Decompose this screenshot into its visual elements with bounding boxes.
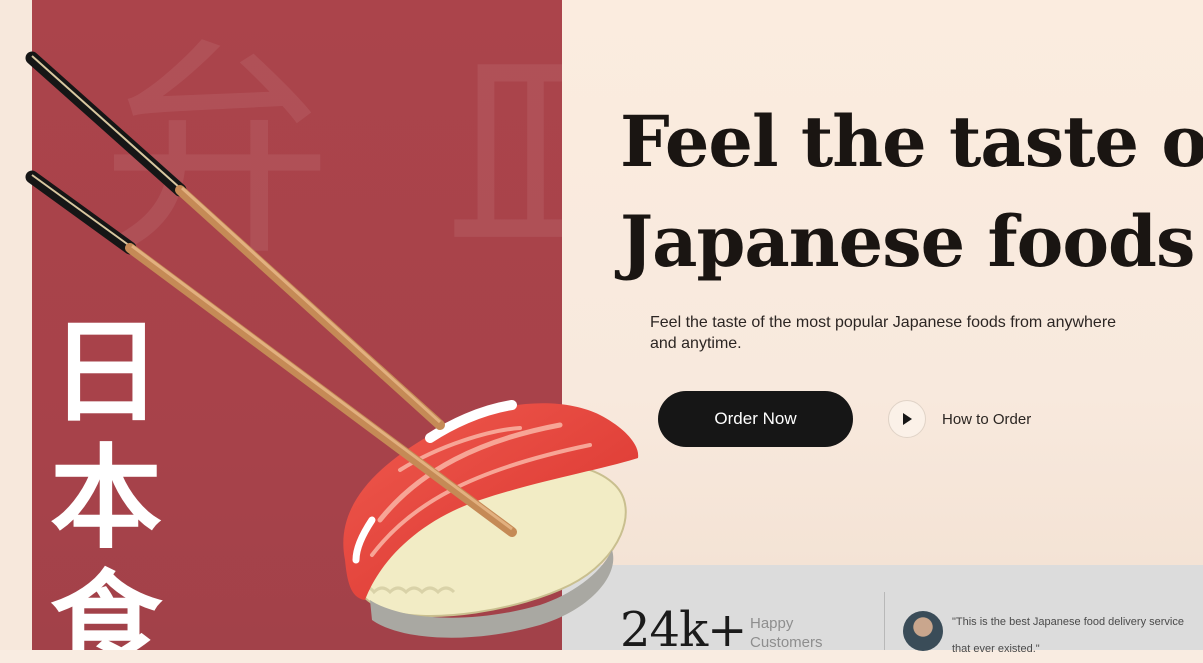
order-now-button[interactable]: Order Now <box>658 391 853 447</box>
how-to-order-link[interactable]: How to Order <box>888 400 1031 438</box>
left-margin-strip <box>0 0 32 650</box>
play-icon <box>903 413 912 425</box>
hero-image-panel: 弁 皿 日 本 食 <box>32 0 562 650</box>
how-to-order-label: How to Order <box>942 410 1032 428</box>
customers-label: Happy Customers <box>750 615 823 651</box>
page-title: Feel the taste of Japanese foods <box>620 92 1203 292</box>
kanji-char: 食 <box>50 560 162 650</box>
headline-line-2: Japanese foods <box>620 200 1195 283</box>
play-button[interactable] <box>888 400 926 438</box>
kanji-char: 本 <box>50 434 162 564</box>
headline-line-1: Feel the taste of <box>620 100 1203 183</box>
testimonial-quote: "This is the best Japanese food delivery… <box>952 616 1184 655</box>
customers-count: 24k+ <box>620 602 747 658</box>
stats-divider <box>884 592 885 650</box>
vertical-kanji-title: 日 本 食 <box>46 310 166 650</box>
avatar <box>903 611 943 651</box>
hero-subtext: Feel the taste of the most popular Japan… <box>650 314 1117 352</box>
kanji-char: 日 <box>50 308 162 438</box>
background-kanji: 弁 皿 <box>102 21 562 288</box>
